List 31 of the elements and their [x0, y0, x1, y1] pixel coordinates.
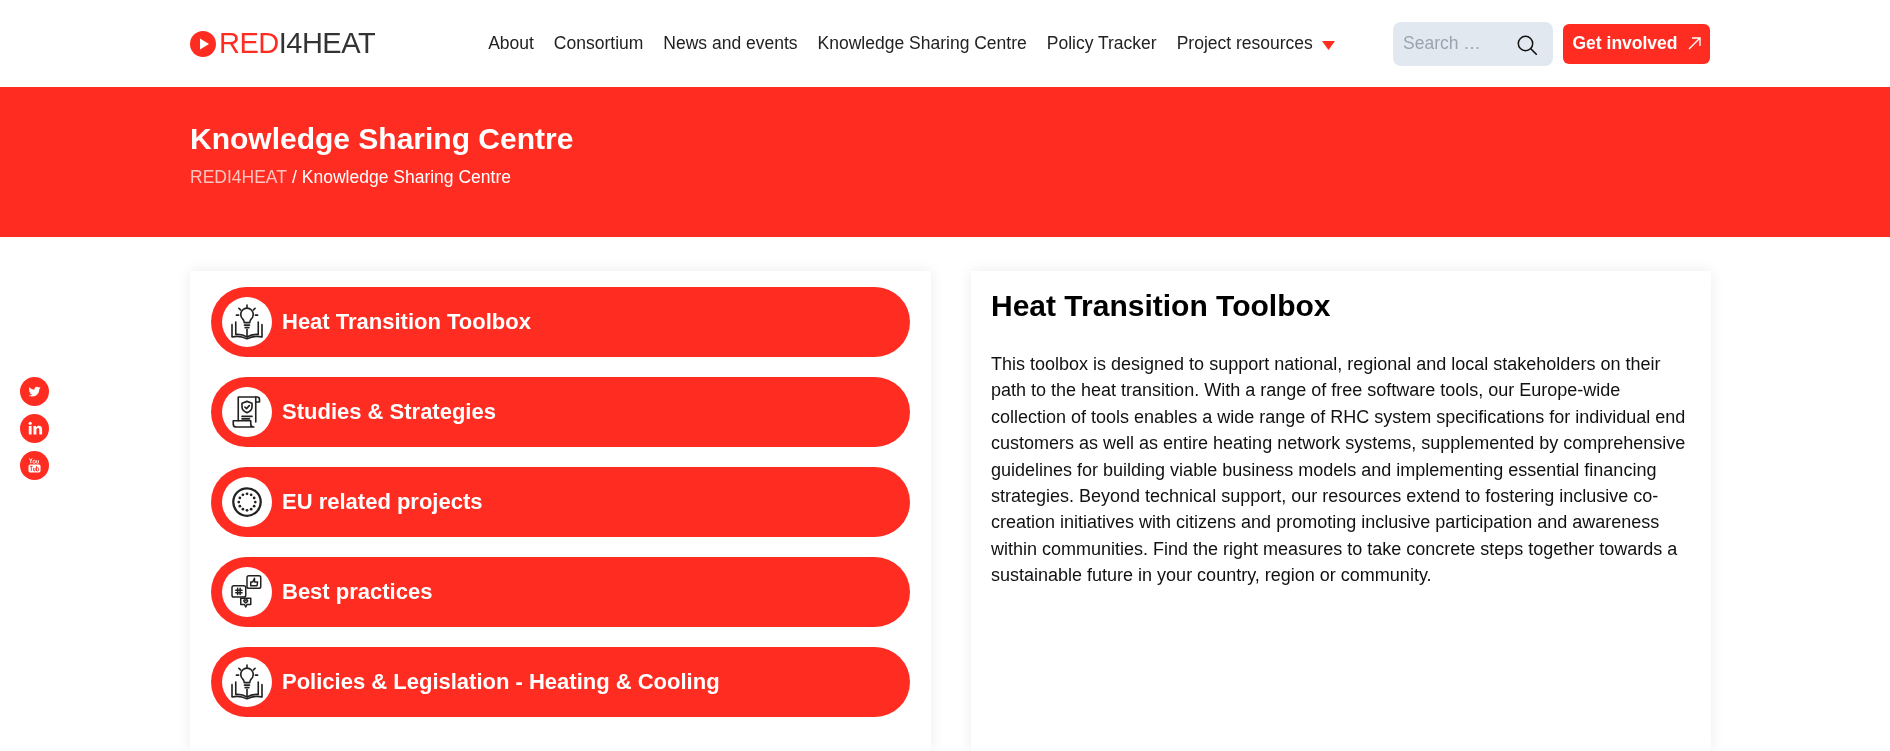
get-involved-button[interactable]: Get involved: [1563, 23, 1710, 64]
breadcrumb-current: Knowledge Sharing Centre: [301, 167, 511, 188]
nav-link[interactable]: Consortium: [553, 33, 644, 54]
bird-icon[interactable]: [20, 377, 49, 406]
nav-link[interactable]: Knowledge Sharing Centre: [817, 33, 1027, 54]
nav-link[interactable]: Project resources: [1176, 33, 1335, 54]
play-icon[interactable]: [190, 30, 216, 57]
nav-link[interactable]: About: [488, 33, 534, 54]
nav-link[interactable]: News and events: [663, 33, 798, 54]
search-field[interactable]: Search …: [1393, 21, 1553, 66]
chat-bubbles-icon: [222, 567, 272, 617]
section-description: This toolbox is designed to support national, regional and local stakeholders on their path to the heat transition. With a range of free software tools, our Europe-wide collection of tools enables a wide range of RHC system specifications for individual end customers as well as entire heating network systems, supplemented by comprehensive guidelines for building viable business models and implementing essential financing strategies. Beyond technical support, our resources extend to fostering inclusive co-creation initiatives with citizens and promoting inclusive participation and awareness within communities. Find the right measures to take concrete steps together towards a sustainable future in your country, region or community.: [991, 353, 1687, 588]
youtube-icon[interactable]: [20, 451, 49, 480]
category-link[interactable]: Policies & Legislation - Heating & Cooling: [211, 647, 910, 717]
arrow-icon: [1687, 37, 1701, 50]
category-link[interactable]: Heat Transition Toolbox: [211, 287, 910, 357]
star-circle-icon: [222, 477, 272, 527]
book-lightbulb-icon: [222, 657, 272, 707]
book-lightbulb-icon: [222, 297, 272, 347]
search-icon[interactable]: [1517, 34, 1537, 55]
page-title: Knowledge Sharing Centre: [190, 122, 575, 156]
document-shield-icon: [222, 387, 272, 437]
category-link[interactable]: Best practices: [211, 557, 910, 627]
section-heading: Heat Transition Toolbox: [991, 289, 1332, 323]
caret-icon: [1321, 40, 1335, 50]
category-link[interactable]: EU related projects: [211, 467, 910, 537]
nav-link[interactable]: Policy Tracker: [1046, 33, 1157, 54]
category-link[interactable]: Studies & Strategies: [211, 377, 910, 447]
linkedin-icon[interactable]: [20, 414, 49, 443]
logo-text[interactable]: REDI4HEAT: [219, 29, 376, 58]
breadcrumb-separator: /: [291, 167, 297, 188]
